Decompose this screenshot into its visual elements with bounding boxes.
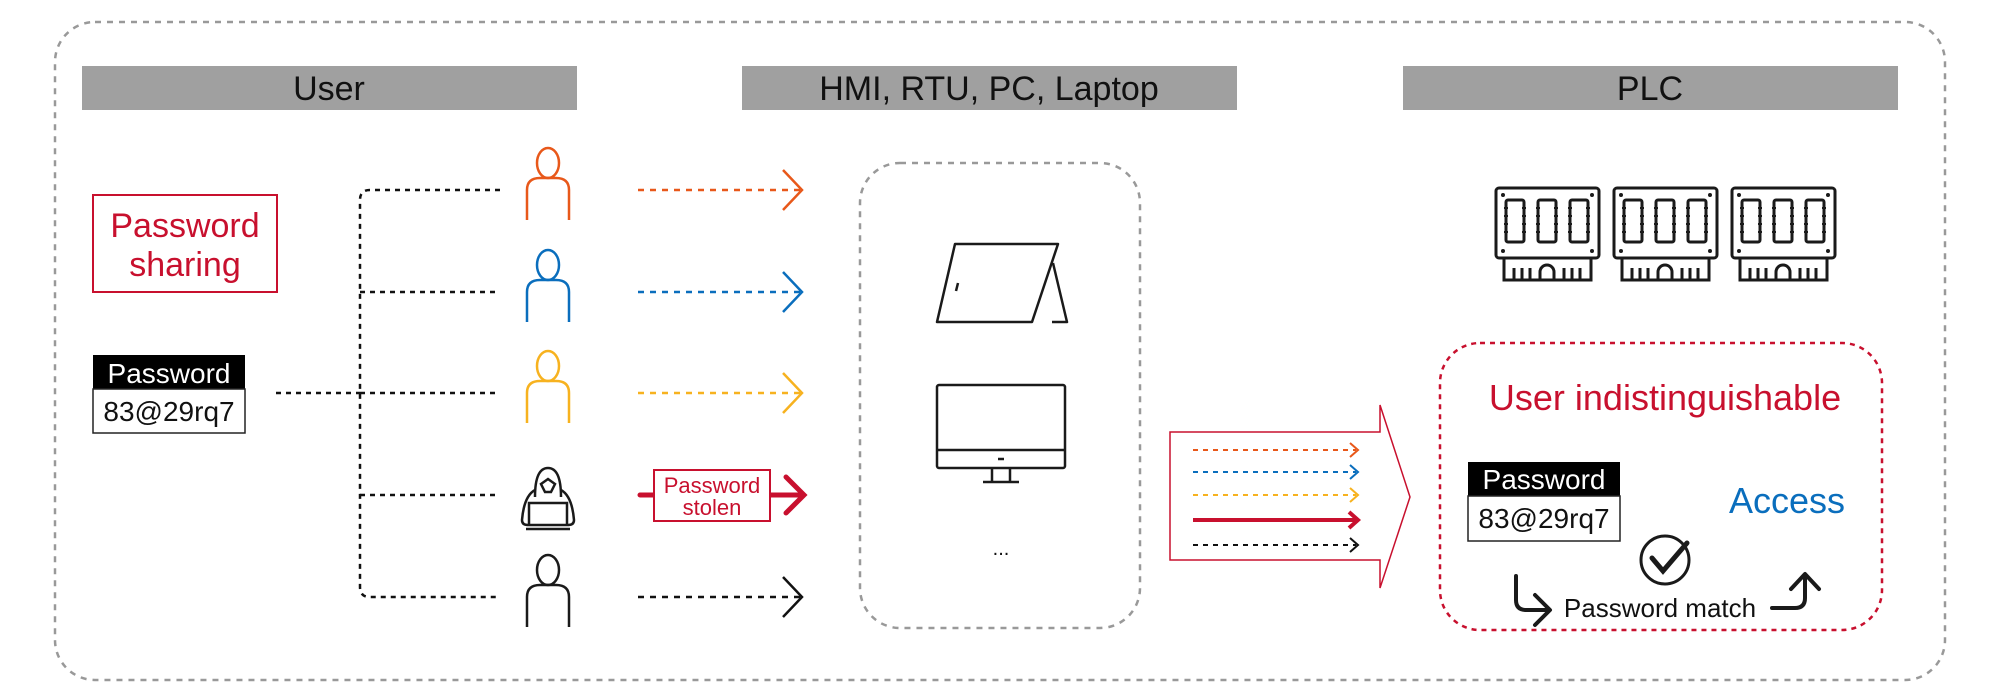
user-icon-orange	[525, 146, 571, 222]
arrow-orange	[638, 169, 804, 211]
arrow-blue	[638, 271, 804, 313]
user-icon-black	[525, 553, 571, 629]
merged-arrows	[1193, 442, 1362, 553]
header-plc: PLC	[1617, 70, 1683, 108]
big-arrow-outline	[1169, 404, 1411, 589]
plc-password-value: 83@29rq7	[1478, 503, 1609, 534]
monitor-icon	[935, 383, 1067, 484]
header-devices: HMI, RTU, PC, Laptop	[819, 70, 1159, 108]
plc-module-icon	[1494, 186, 1601, 282]
plc-password-label: Password	[1483, 464, 1606, 495]
password-sharing-line2: sharing	[129, 246, 241, 284]
check-circle-icon	[1639, 534, 1691, 586]
diagram: User HMI, RTU, PC, Laptop PLC Password s…	[53, 20, 1947, 682]
header-user: User	[293, 70, 365, 108]
access-label: Access	[1729, 480, 1845, 521]
match-arrow-left-icon	[1514, 574, 1552, 627]
arrow-black	[638, 576, 804, 618]
outer-frame	[53, 20, 1947, 682]
devices-more: ...	[993, 538, 1010, 560]
user-icon-yellow	[525, 349, 571, 425]
password-value: 83@29rq7	[103, 396, 234, 427]
hacker-icon	[520, 466, 576, 531]
user-icon-blue	[525, 248, 571, 324]
password-match: Password match	[1564, 593, 1756, 623]
password-sharing-line1: Password	[110, 207, 259, 245]
password-stolen-line2: stolen	[683, 495, 742, 520]
match-arrow-right-icon	[1770, 572, 1821, 610]
tablet-icon	[935, 242, 1069, 324]
plc-module-icon	[1730, 186, 1837, 282]
user-indistinguishable: User indistinguishable	[1489, 377, 1841, 418]
arrow-yellow	[638, 372, 804, 414]
plc-module-icon	[1612, 186, 1719, 282]
password-label: Password	[108, 358, 231, 389]
share-connector	[276, 188, 500, 599]
